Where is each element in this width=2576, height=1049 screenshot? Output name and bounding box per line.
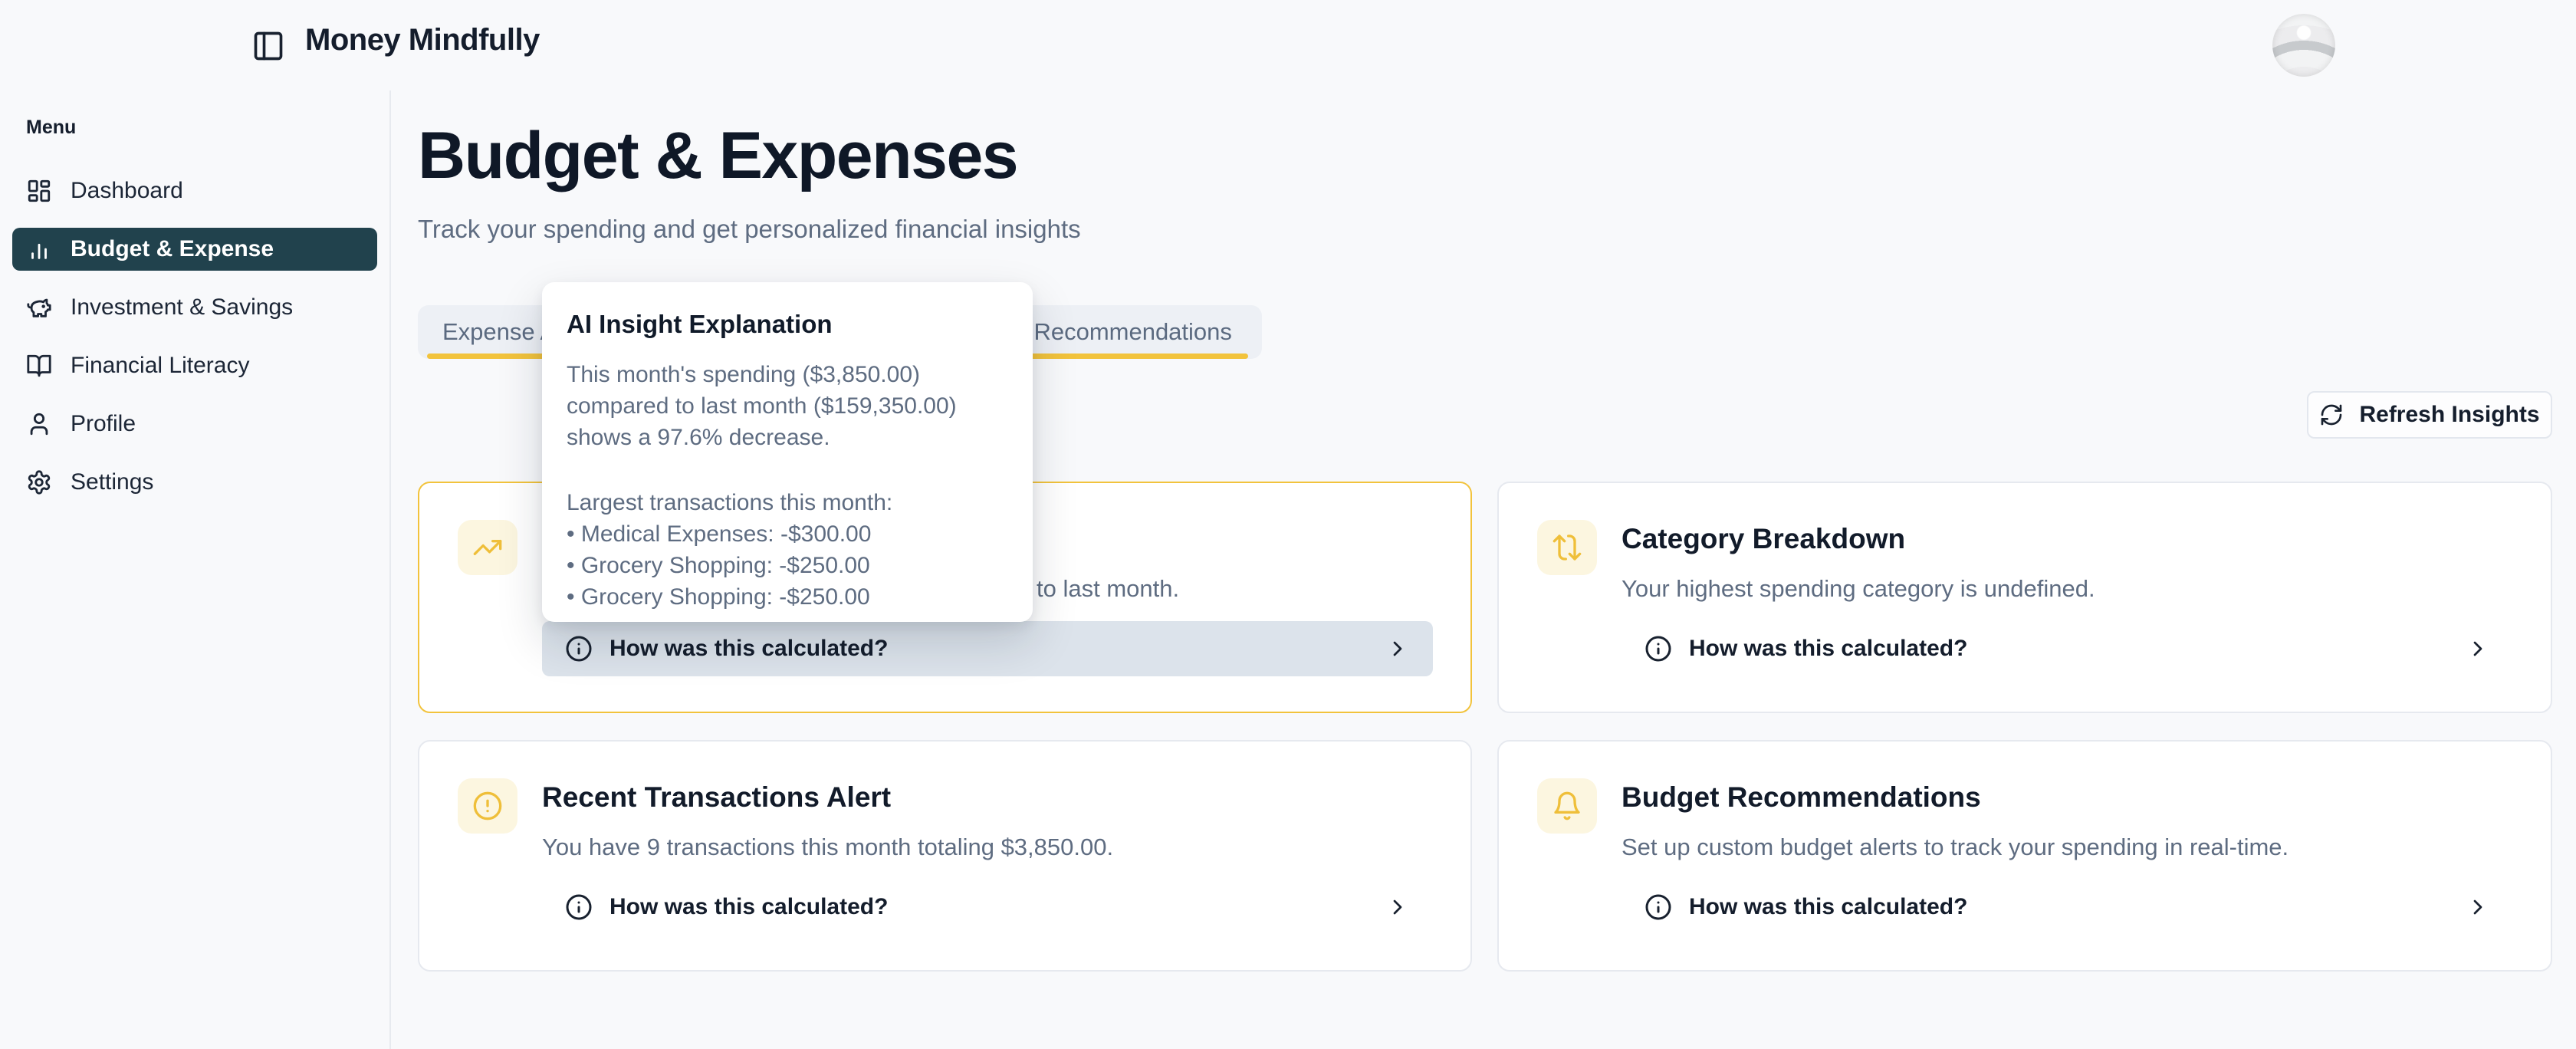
tooltip-body: This month's spending ($3,850.00) compar… [567,359,1011,453]
gear-icon [26,469,52,495]
chevron-right-icon [2466,636,2490,661]
sidebar-item-budget-expense[interactable]: Budget & Expense [12,228,377,271]
card-title: Budget Recommendations [1622,781,1981,814]
how-calculated-label: How was this calculated? [610,636,888,662]
tooltip-transaction-item: • Grocery Shopping: -$250.00 [567,550,1008,581]
how-calculated-button[interactable]: How was this calculated? [542,621,1433,676]
sidebar: Menu Dashboard Budget & Expense Investme… [0,90,391,1049]
user-icon [26,411,52,437]
sidebar-nav: Dashboard Budget & Expense Investment & … [12,169,377,504]
sidebar-item-settings[interactable]: Settings [12,461,377,504]
page-title: Budget & Expenses [418,118,1017,194]
how-calculated-label: How was this calculated? [1689,636,1967,662]
repeat-icon [1537,520,1597,575]
sidebar-item-label: Investment & Savings [71,294,293,321]
info-icon [1644,893,1672,921]
bell-icon [1537,778,1597,834]
info-icon [565,635,593,663]
sidebar-item-label: Dashboard [71,178,183,204]
sidebar-item-investment-savings[interactable]: Investment & Savings [12,286,377,329]
card-body: Your highest spending category is undefi… [1622,575,2095,603]
book-open-icon [26,353,52,379]
how-calculated-label: How was this calculated? [610,894,888,920]
tooltip-transaction-item: • Grocery Shopping: -$250.00 [567,581,1008,613]
how-calculated-button[interactable]: How was this calculated? [542,880,1433,935]
alert-circle-icon [458,778,518,834]
sidebar-item-profile[interactable]: Profile [12,403,377,446]
bar-chart-icon [26,236,52,262]
card-category-breakdown: Category Breakdown Your highest spending… [1497,482,2552,713]
sidebar-item-label: Profile [71,411,136,437]
tooltip-transaction-item: • Medical Expenses: -$300.00 [567,518,1008,550]
how-calculated-button[interactable]: How was this calculated? [1622,621,2513,676]
sidebar-item-label: Budget & Expense [71,236,274,262]
page-subtitle: Track your spending and get personalized… [418,215,1081,244]
sidebar-toggle-icon[interactable] [251,29,285,63]
card-body-fragment: to last month. [1037,575,1179,603]
card-recent-transactions-alert: Recent Transactions Alert You have 9 tra… [418,740,1472,972]
refresh-icon [2319,403,2344,427]
menu-label: Menu [26,117,377,139]
info-icon [1644,635,1672,663]
card-title: Category Breakdown [1622,523,1905,555]
piggy-bank-icon [26,294,52,321]
refresh-insights-label: Refresh Insights [2359,402,2539,428]
app-header: Money Mindfully [0,0,2576,90]
app-title: Money Mindfully [305,23,540,58]
card-budget-recommendations: Budget Recommendations Set up custom bud… [1497,740,2552,972]
sidebar-item-dashboard[interactable]: Dashboard [12,169,377,212]
trending-up-icon [458,520,518,575]
avatar[interactable] [2272,14,2335,77]
card-title: Recent Transactions Alert [542,781,891,814]
main-content: Budget & Expenses Track your spending an… [393,90,2576,1049]
sidebar-item-label: Financial Literacy [71,353,249,379]
how-calculated-button[interactable]: How was this calculated? [1622,880,2513,935]
ai-insight-tooltip: AI Insight Explanation This month's spen… [542,282,1033,622]
chevron-right-icon [1385,636,1410,661]
sidebar-item-label: Settings [71,469,153,495]
card-body: Set up custom budget alerts to track you… [1622,834,2288,861]
info-icon [565,893,593,921]
card-body: You have 9 transactions this month total… [542,834,1113,861]
tooltip-title: AI Insight Explanation [567,310,1008,339]
refresh-insights-button[interactable]: Refresh Insights [2307,391,2552,439]
tooltip-largest-heading: Largest transactions this month: [567,487,1008,518]
dashboard-icon [26,178,52,204]
sidebar-item-financial-literacy[interactable]: Financial Literacy [12,344,377,387]
how-calculated-label: How was this calculated? [1689,894,1967,920]
chevron-right-icon [1385,895,1410,919]
chevron-right-icon [2466,895,2490,919]
